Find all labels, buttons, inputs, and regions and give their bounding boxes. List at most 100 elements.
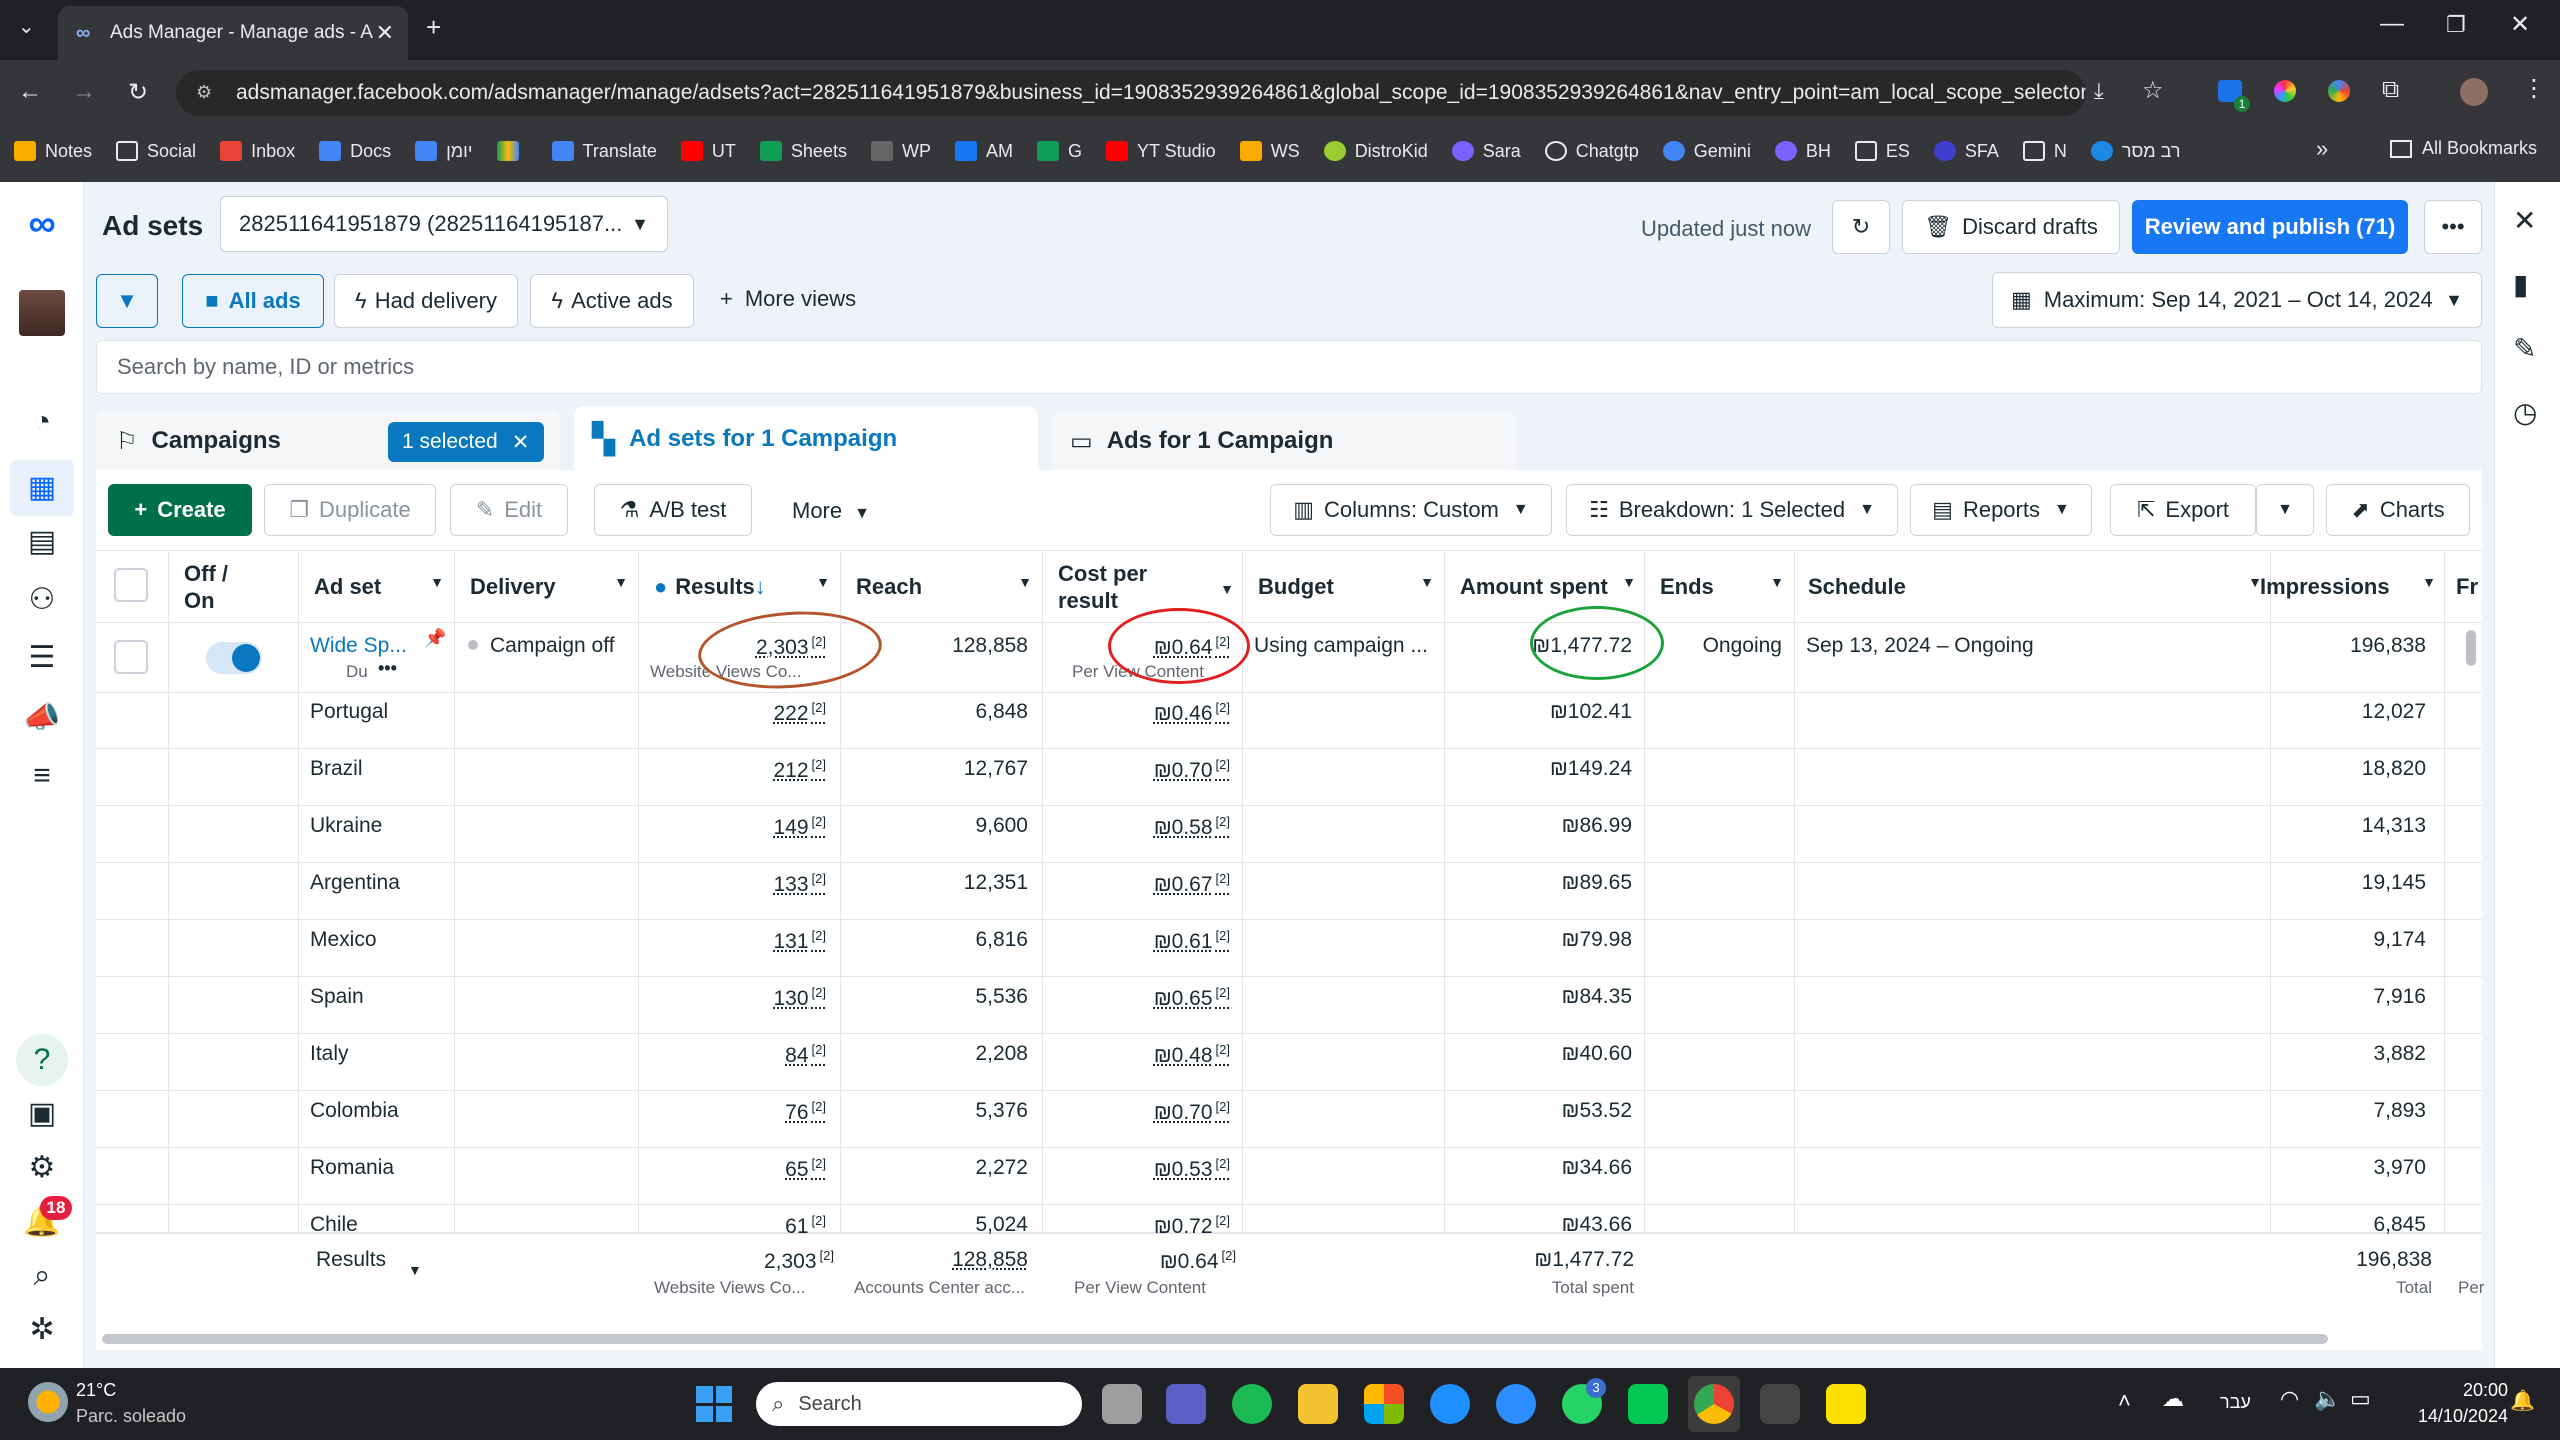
- weather-icon[interactable]: [28, 1382, 68, 1422]
- new-tab-icon[interactable]: +: [426, 12, 441, 43]
- tray-overflow-icon[interactable]: ˄: [2118, 1388, 2131, 1414]
- bookmark-sheets[interactable]: Sheets: [759, 141, 847, 162]
- col-impressions[interactable]: Impressions ▼: [2260, 574, 2436, 600]
- row-results[interactable]: 149 [2]: [773, 814, 826, 840]
- language-indicator[interactable]: עבר: [2220, 1392, 2251, 1413]
- onedrive-icon[interactable]: ☁: [2162, 1386, 2184, 1412]
- tab-ads[interactable]: ▭ Ads for 1 Campaign: [1052, 410, 1516, 472]
- bookmark-distrokid[interactable]: DistroKid: [1323, 141, 1428, 162]
- profile-avatar-icon[interactable]: [2460, 78, 2488, 106]
- bookmark-sfa[interactable]: SFA: [1933, 141, 1999, 162]
- row-cpr[interactable]: ₪0.70 [2]: [1154, 757, 1230, 783]
- taskbar-search[interactable]: ⌕ Search: [756, 1382, 1082, 1426]
- sticky-notes-icon[interactable]: [1826, 1384, 1866, 1424]
- bookmark-wp[interactable]: WP: [870, 141, 931, 162]
- had-delivery-button[interactable]: ϟ Had delivery: [334, 274, 518, 328]
- row-cpr[interactable]: ₪0.46 [2]: [1154, 700, 1230, 726]
- bookmark-n[interactable]: N: [2022, 141, 2067, 162]
- account-selector[interactable]: 282511641951879 (28251164195187... ▼: [220, 196, 668, 252]
- store-icon[interactable]: [1364, 1384, 1404, 1424]
- export-button[interactable]: ⇱ Export: [2110, 484, 2256, 536]
- bookmark-notes[interactable]: Notes: [14, 141, 92, 162]
- bookmark-chatgtp[interactable]: Chatgtp: [1544, 141, 1639, 162]
- col-schedule[interactable]: Schedule ▼: [1808, 574, 2262, 600]
- campaign-megaphone-icon[interactable]: 📣: [22, 698, 62, 738]
- puzzle-icon[interactable]: ⧉: [2382, 76, 2399, 104]
- adset-name-link[interactable]: Wide Sp...: [310, 634, 407, 658]
- bookmark-drive[interactable]: [496, 141, 528, 161]
- back-icon[interactable]: ←: [18, 78, 42, 106]
- onoff-toggle[interactable]: [206, 642, 262, 674]
- charts-button[interactable]: ⬈ Charts: [2326, 484, 2470, 536]
- clock-date[interactable]: 14/10/2024: [2400, 1406, 2508, 1427]
- pin-icon[interactable]: 📌: [424, 628, 446, 649]
- debug-bug-icon[interactable]: ✲: [22, 1310, 62, 1350]
- file-explorer-icon[interactable]: [1298, 1384, 1338, 1424]
- bookmark-g[interactable]: G: [1036, 141, 1082, 162]
- bookmark-es[interactable]: ES: [1854, 141, 1910, 162]
- bookmark-am[interactable]: AM: [954, 141, 1013, 162]
- create-button[interactable]: + Create: [108, 484, 252, 536]
- search-icon[interactable]: ⌕: [22, 1256, 62, 1296]
- task-view-icon[interactable]: [1102, 1384, 1142, 1424]
- search-input[interactable]: Search by name, ID or metrics: [96, 340, 2482, 394]
- bookmark-inbox[interactable]: Inbox: [220, 141, 295, 162]
- col-cost-per-result[interactable]: Cost per result ▼: [1058, 560, 1234, 614]
- ab-test-button[interactable]: ⚗ A/B test: [594, 484, 752, 536]
- duplicate-button[interactable]: ❐ Duplicate: [264, 484, 436, 536]
- bookmark-yt-studio[interactable]: YT Studio: [1105, 141, 1216, 162]
- billing-icon[interactable]: ☰: [22, 638, 62, 678]
- more-views-button[interactable]: + More views: [720, 286, 856, 312]
- spotify-icon[interactable]: [1232, 1384, 1272, 1424]
- edit-panel-icon[interactable]: ✎: [2513, 332, 2536, 365]
- install-icon[interactable]: ⤓: [2094, 78, 2104, 104]
- minimize-icon[interactable]: —: [2380, 10, 2404, 38]
- tab-list-icon[interactable]: ⌄: [18, 14, 35, 39]
- row-cpr[interactable]: ₪0.67 [2]: [1154, 871, 1230, 897]
- gemini-extension-icon[interactable]: [2328, 80, 2350, 102]
- row-results[interactable]: 222 [2]: [773, 700, 826, 726]
- more-button[interactable]: More ▼: [792, 498, 870, 524]
- chrome-icon[interactable]: [1694, 1384, 1734, 1424]
- discard-drafts-button[interactable]: 🗑 Discard drafts: [1902, 200, 2120, 254]
- col-adset[interactable]: Ad set ▼: [314, 574, 444, 600]
- maximize-icon[interactable]: ❐: [2446, 12, 2466, 38]
- help-icon[interactable]: ?: [16, 1034, 68, 1086]
- selected-chip[interactable]: 1 selected ✕: [388, 422, 544, 462]
- audiences-icon[interactable]: ⚇: [22, 580, 62, 620]
- bookmark-sara[interactable]: Sara: [1451, 141, 1521, 162]
- horizontal-scrollbar[interactable]: [102, 1334, 2328, 1344]
- col-reach[interactable]: Reach ▼: [856, 574, 1032, 600]
- row-cpr[interactable]: ₪0.48 [2]: [1154, 1042, 1230, 1068]
- close-tab-icon[interactable]: ✕: [376, 20, 394, 46]
- col-amount-spent[interactable]: Amount spent ▼: [1460, 574, 1636, 600]
- row-cpr[interactable]: ₪0.53 [2]: [1154, 1156, 1230, 1182]
- bookmark-social[interactable]: Social: [116, 141, 196, 162]
- all-tools-icon[interactable]: ≡: [22, 756, 62, 796]
- col-offon[interactable]: Off / On: [184, 560, 264, 614]
- vertical-scrollbar[interactable]: [2466, 630, 2476, 666]
- chart-panel-icon[interactable]: ▮: [2513, 268, 2528, 301]
- zoom-icon[interactable]: [1496, 1384, 1536, 1424]
- forward-icon[interactable]: →: [72, 78, 96, 106]
- filter-button[interactable]: ▼: [96, 274, 158, 328]
- wifi-icon[interactable]: ◠: [2280, 1386, 2299, 1412]
- col-delivery[interactable]: Delivery ▼: [470, 574, 628, 600]
- row-cpr[interactable]: ₪0.70 [2]: [1154, 1099, 1230, 1125]
- col-frequency[interactable]: Fr: [2456, 574, 2478, 600]
- bookmark-rav-meser[interactable]: רב מסר: [2090, 141, 2181, 162]
- bookmark-translate[interactable]: Translate: [551, 141, 657, 162]
- refresh-button[interactable]: ↻: [1832, 200, 1890, 254]
- reports-button[interactable]: ▤ Reports ▼: [1910, 484, 2092, 536]
- user-avatar[interactable]: [19, 290, 65, 336]
- bookmark-bh[interactable]: BH: [1774, 141, 1831, 162]
- notification-bell-icon[interactable]: 🔔: [2510, 1388, 2535, 1413]
- row-cpr[interactable]: ₪0.65 [2]: [1154, 985, 1230, 1011]
- browser-tab[interactable]: ∞ Ads Manager - Manage ads - A ✕: [58, 6, 408, 60]
- dashboard-icon[interactable]: ◔: [22, 402, 62, 442]
- reload-icon[interactable]: ↻: [128, 78, 148, 107]
- row-checkbox[interactable]: [114, 640, 148, 674]
- bookmark-gemini[interactable]: Gemini: [1662, 141, 1751, 162]
- all-bookmarks[interactable]: All Bookmarks: [2390, 138, 2537, 159]
- active-ads-button[interactable]: ϟ Active ads: [530, 274, 694, 328]
